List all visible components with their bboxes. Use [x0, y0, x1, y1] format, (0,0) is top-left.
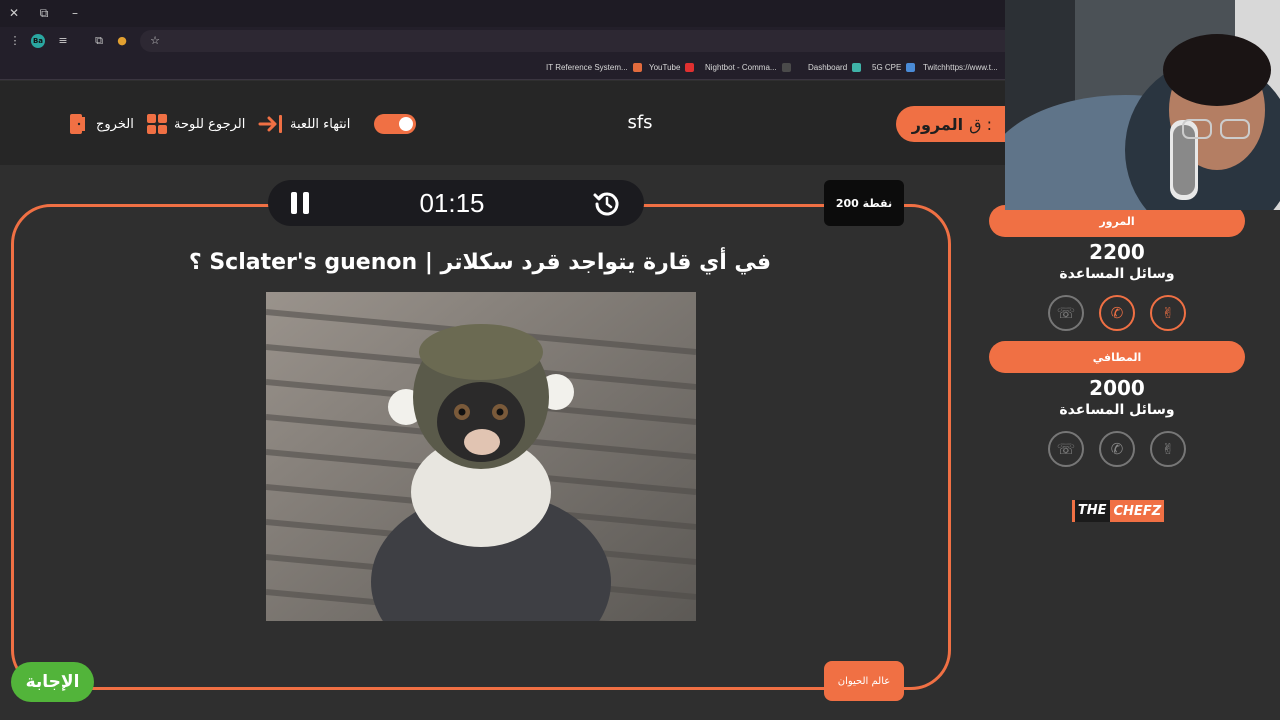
gear-icon [399, 117, 413, 131]
team-1-aids-label: وسائل المساعدة [1059, 266, 1175, 282]
bookmark-nightbot[interactable]: Nightbot - Comma... [705, 61, 791, 75]
two-fingers-icon[interactable]: ✌ [1150, 295, 1186, 331]
team-2-name: المطافي [989, 341, 1245, 373]
close-window-icon[interactable]: ✕ [6, 5, 22, 21]
game-title: sfs [627, 112, 653, 133]
bookmark-twitch[interactable]: Twitchhttps://www.t... [923, 61, 998, 75]
profile-avatar[interactable]: Ba [31, 34, 45, 48]
webcam-overlay [1005, 0, 1280, 210]
category-badge: عالم الحيوان [824, 661, 904, 701]
exit-label: الخروج [96, 116, 134, 132]
current-turn-prefix: ق : [969, 114, 992, 134]
exit-door-icon [70, 114, 85, 134]
bookmark-it-reference[interactable]: IT Reference System... [546, 61, 642, 75]
bookmark-5g-cpe[interactable]: 5G CPE [872, 61, 916, 75]
pause-button[interactable] [291, 192, 309, 214]
team-2-score: 2000 [1089, 376, 1145, 400]
extensions-icon[interactable]: ⧉ [92, 34, 106, 48]
phone-icon[interactable]: ✆ [1099, 295, 1135, 331]
theme-toggle[interactable] [374, 114, 416, 134]
chrome-extension-icon[interactable]: ● [115, 34, 129, 48]
end-game-button[interactable]: انتهاء اللعبة [258, 113, 350, 135]
menu-dots-icon[interactable]: ⋮ [8, 34, 22, 48]
show-answer-button[interactable]: الإجابة [11, 662, 94, 702]
bookmark-dashboard[interactable]: Dashboard [808, 61, 862, 75]
call-swap-icon[interactable]: ☏ [1048, 295, 1084, 331]
bookmark-favicon [632, 63, 642, 73]
reset-timer-icon[interactable] [592, 189, 622, 219]
current-turn-badge: المرور ق : [896, 106, 1016, 142]
grid-icon [147, 114, 167, 134]
two-fingers-icon[interactable]: ✌ [1150, 431, 1186, 467]
current-turn-team: المرور [911, 114, 964, 134]
brand-name: CHEFZ [1113, 503, 1162, 519]
team-2-aids-label: وسائل المساعدة [1059, 402, 1175, 418]
team-1-score: 2200 [1089, 240, 1145, 264]
reading-list-icon[interactable]: ≡ [56, 34, 70, 48]
pause-icon [291, 192, 297, 214]
points-badge: 200 نقطة [824, 180, 904, 226]
end-game-label: انتهاء اللعبة [290, 116, 351, 132]
countdown-timer: 01:15 [419, 188, 485, 218]
nightbot-icon [781, 63, 791, 73]
question-image [266, 292, 696, 621]
monkey-photo [266, 292, 696, 621]
phone-icon[interactable]: ✆ [1099, 431, 1135, 467]
back-to-board-button[interactable]: الرجوع للوحة [146, 113, 245, 135]
bookmark-star-icon[interactable]: ☆ [148, 34, 162, 48]
question-text: في أي قارة يتواجد قرد سكلاتر | Sclater's… [188, 250, 772, 275]
back-to-board-label: الرجوع للوحة [174, 116, 246, 132]
address-bar[interactable]: ☆ [140, 30, 1020, 52]
streamer-webcam [1005, 0, 1280, 210]
youtube-icon [685, 63, 695, 73]
dashboard-icon [852, 63, 862, 73]
bookmark-youtube[interactable]: YouTube [649, 61, 695, 75]
restore-window-icon[interactable]: ⧉ [36, 5, 52, 21]
exit-button[interactable]: الخروج [68, 113, 134, 135]
the-chefz-logo: THE CHEFZ [1072, 500, 1164, 522]
call-swap-icon[interactable]: ☏ [1048, 431, 1084, 467]
arrow-into-bar-icon [258, 115, 282, 133]
minimize-window-icon[interactable]: – [67, 5, 83, 21]
globe-icon [906, 63, 916, 73]
brand-the: THE [1074, 500, 1110, 522]
